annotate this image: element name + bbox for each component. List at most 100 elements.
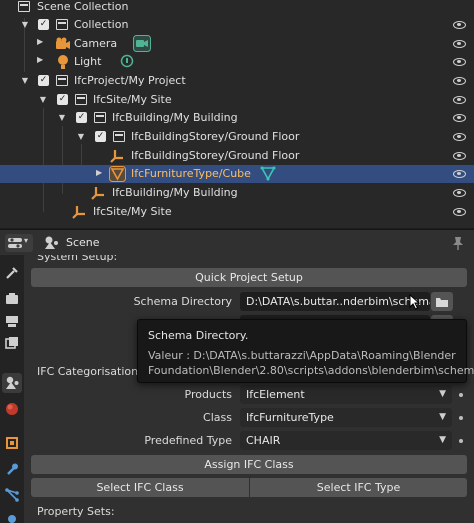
tab-particles[interactable] [2,485,22,505]
decorator-dot-icon[interactable] [459,439,463,443]
tab-modifiers[interactable] [2,459,22,479]
outliner-row-label: IfcBuilding/My Building [112,111,238,124]
products-select[interactable]: IfcElement ▼ [240,385,452,404]
eye-icon[interactable] [453,114,466,122]
tab-output[interactable] [2,311,22,331]
decorator-dot-icon[interactable] [459,416,463,420]
tooltip-value-line-2: Foundation\Blender\2.80\scripts\addons\b… [148,364,474,377]
outliner-row-label: Collection [74,18,129,31]
collection-icon [94,112,106,123]
outliner-row-ifcfurnituretype-cube[interactable]: ▶ IfcFurnitureType/Cube [0,165,474,183]
products-label: Products [184,388,233,401]
collection-icon [75,94,87,105]
expand-arrow-icon[interactable]: ▶ [37,55,43,64]
outliner-row-label: IfcBuildingStorey/Ground Floor [131,130,300,143]
pin-icon[interactable] [452,236,464,250]
checkbox-icon[interactable]: ✓ [38,19,49,30]
properties-header: ▾ Scene [0,229,474,255]
properties-content: System Setup: Quick Project Setup Schema… [24,255,474,523]
tab-render[interactable] [2,289,22,309]
collection-icon [18,1,30,12]
eye-icon[interactable] [453,170,466,178]
outliner-row-label: IfcBuildingStorey/Ground Floor [131,149,300,162]
predefined-type-select[interactable]: CHAIR ▼ [240,431,452,450]
light-data-icon [120,54,134,68]
expand-arrow-icon[interactable]: ▼ [20,20,30,30]
assign-ifc-class-button[interactable]: Assign IFC Class [31,455,467,474]
quick-project-setup-button[interactable]: Quick Project Setup [31,268,467,287]
outliner-row-ifcbuilding[interactable]: ▼ ✓ IfcBuilding/My Building [0,109,474,127]
chevron-down-icon: ▼ [439,435,446,445]
eye-icon[interactable] [453,152,466,160]
tab-scene[interactable] [2,373,22,393]
expand-arrow-icon[interactable]: ▼ [57,113,67,123]
class-label: Class [203,411,232,424]
outliner-row-label: IfcBuilding/My Building [112,186,238,199]
output-icon [6,316,18,327]
expand-arrow-icon[interactable]: ▶ [96,168,102,177]
outliner-row-scene-collection[interactable]: Scene Collection [0,0,474,15]
eye-icon[interactable] [453,21,466,29]
schema-directory-tooltip: Schema Directory. Valeur : D:\DATA\s.but… [137,319,474,383]
tab-view-layer[interactable] [2,333,22,353]
eye-icon[interactable] [453,58,466,66]
checkbox-icon[interactable]: ✓ [76,112,87,123]
editor-type-button[interactable]: ▾ [5,234,33,252]
expand-arrow-icon[interactable]: ▼ [20,76,30,86]
class-select[interactable]: IfcFurnitureType ▼ [240,408,452,427]
scene-icon [6,376,19,389]
tab-world[interactable] [2,399,22,419]
outliner-row-ifcbuilding-empty[interactable]: IfcBuilding/My Building [0,184,474,202]
class-select-value: IfcFurnitureType [246,411,334,424]
collection-icon [113,131,125,142]
expand-arrow-icon[interactable]: ▼ [76,132,86,142]
mesh-cone-icon [260,166,276,181]
ifc-categorisation-label: IFC Categorisation: [37,365,142,378]
decorator-dot-icon[interactable] [459,393,463,397]
tool-icon [6,267,18,279]
checkbox-icon[interactable]: ✓ [95,131,106,142]
physics-icon [8,515,16,523]
tab-object[interactable] [2,433,22,453]
view-layer-icon [5,337,18,349]
tab-physics[interactable] [2,507,22,523]
tab-tool[interactable] [2,263,22,283]
expand-arrow-icon[interactable]: ▶ [37,37,43,46]
eye-icon[interactable] [453,208,466,216]
products-select-value: IfcElement [246,388,305,401]
predefined-type-label: Predefined Type [144,434,232,447]
properties-tabs [0,255,24,523]
mouse-cursor-icon [409,294,421,310]
eye-icon[interactable] [453,40,466,48]
expand-arrow-icon[interactable]: ▼ [38,95,48,105]
eye-icon[interactable] [453,96,466,104]
outliner-row-ifcbuildingstorey-empty[interactable]: IfcBuildingStorey/Ground Floor [0,147,474,165]
outliner-row-collection[interactable]: ▼ ✓ Collection [0,16,474,34]
outliner-row-label: IfcProject/My Project [74,74,186,87]
outliner-row-label: IfcSite/My Site [93,205,172,218]
camera-data-icon [133,35,151,52]
checkbox-icon[interactable]: ✓ [57,94,68,105]
outliner-row-ifcsite-empty[interactable]: IfcSite/My Site [0,203,474,221]
world-icon [6,403,18,415]
outliner-row-ifcbuildingstorey-collection[interactable]: ▼ ✓ IfcBuildingStorey/Ground Floor [0,128,474,146]
select-ifc-class-button[interactable]: Select IFC Class [31,478,249,497]
schema-directory-browse-button[interactable] [431,292,453,311]
eye-icon[interactable] [453,133,466,141]
predefined-type-select-value: CHAIR [246,434,281,447]
chevron-down-icon: ▼ [439,389,446,399]
eye-icon[interactable] [453,77,466,85]
outliner-row-ifcsite[interactable]: ▼ ✓ IfcSite/My Site [0,91,474,109]
outliner-row-light[interactable]: ▶ Light [0,53,474,71]
checkbox-icon[interactable]: ✓ [38,75,49,86]
properties-context-title: Scene [66,236,100,249]
eye-icon[interactable] [453,189,466,197]
folder-icon [436,298,448,307]
select-ifc-type-button[interactable]: Select IFC Type [250,478,467,497]
scene-icon [45,236,58,249]
collection-icon [56,19,68,30]
wrench-icon [7,463,18,475]
schema-directory-field[interactable]: D:\DATA\s.buttar..nderbim\schema\ [240,292,430,311]
outliner-row-ifcproject[interactable]: ▼ ✓ IfcProject/My Project [0,72,474,90]
outliner-row-camera[interactable]: ▶ Camera [0,35,474,53]
